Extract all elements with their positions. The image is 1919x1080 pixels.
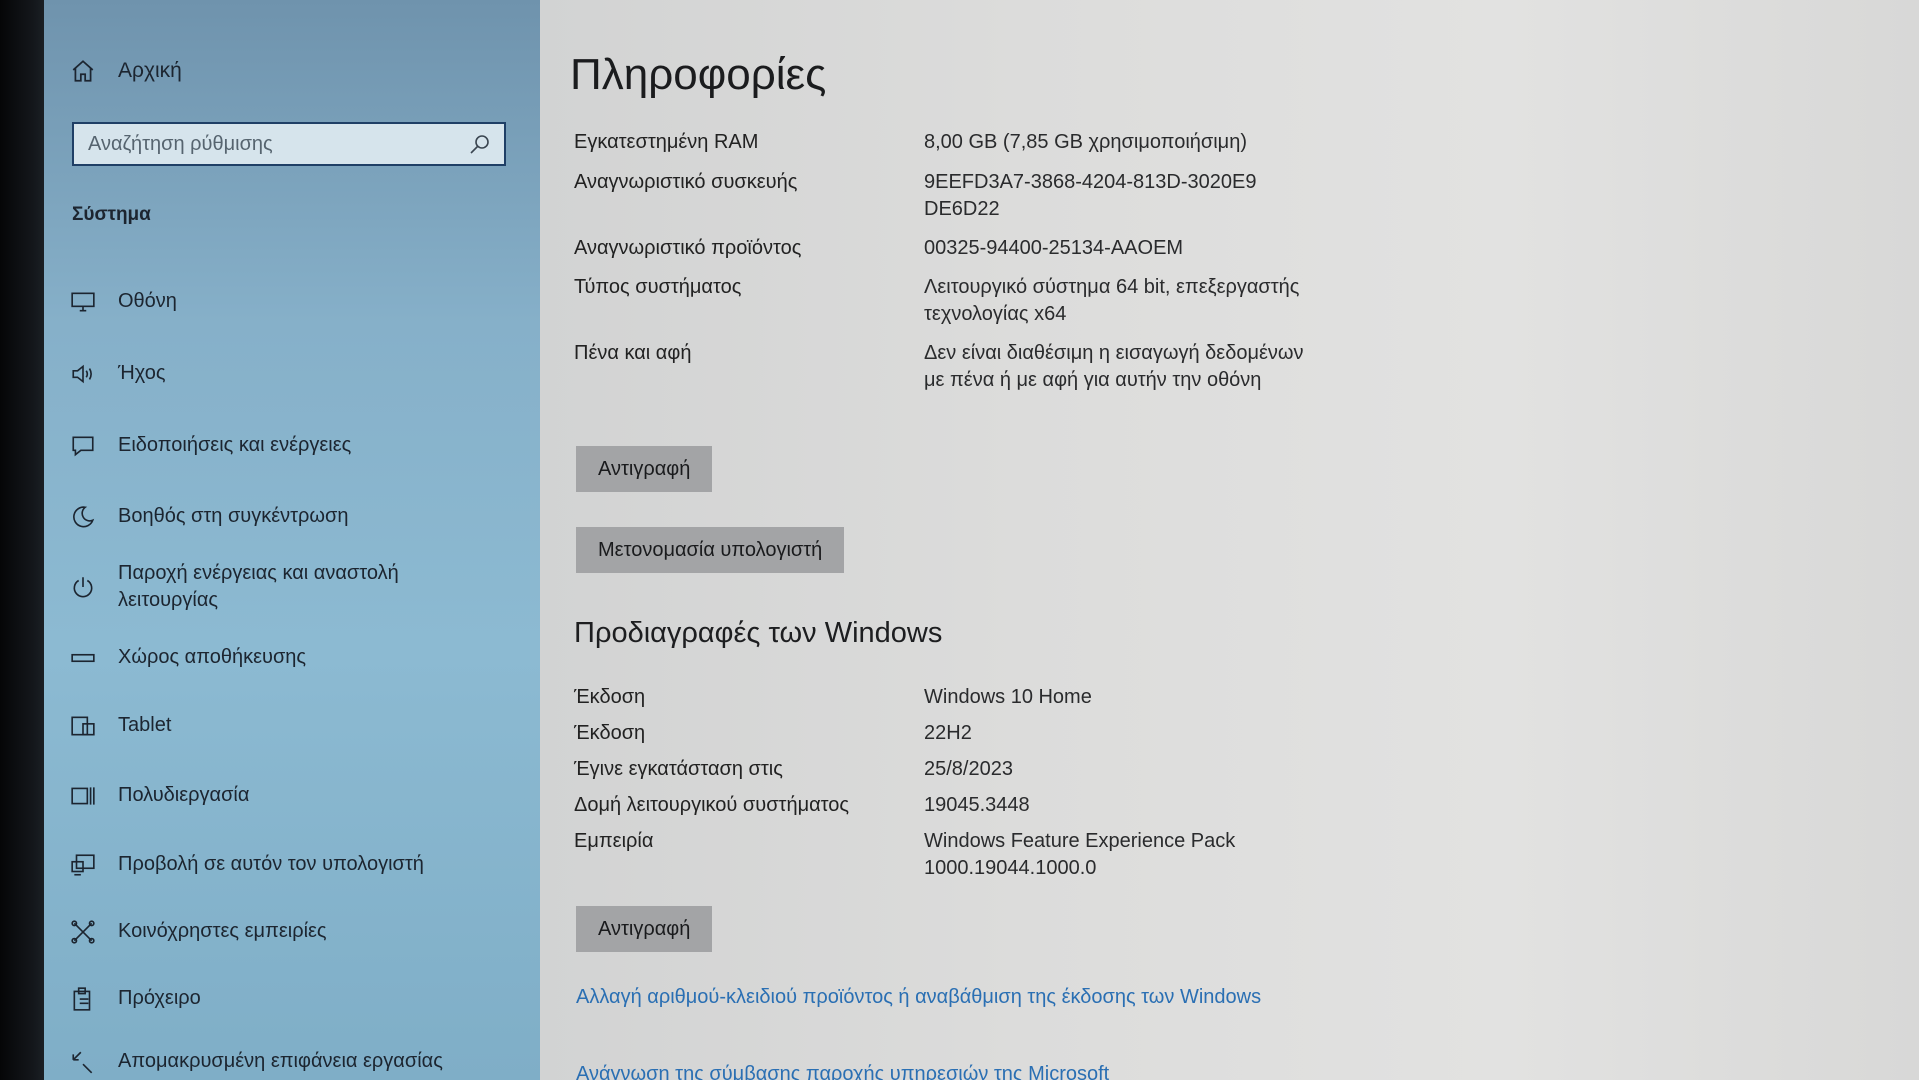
sidebar-item-label: Κοινόχρηστες εμπειρίες <box>118 920 327 942</box>
copy-device-specs-button[interactable]: Αντιγραφή <box>576 446 713 492</box>
spec-row-device-id: Αναγνωριστικό συσκευής 9EEFD3A7-3868-420… <box>574 169 1334 223</box>
spec-key: Αναγνωριστικό συσκευής <box>574 171 798 193</box>
spec-key: Τύπος συστήματος <box>574 276 742 298</box>
sidebar-item-remote-desktop[interactable]: Απομακρυσμένη επιφάνεια εργασίας <box>70 1048 530 1075</box>
projection-icon <box>71 854 95 876</box>
sidebar-home[interactable]: Αρχική <box>70 58 182 84</box>
rename-pc-button[interactable]: Μετονομασία υπολογιστή <box>576 527 845 573</box>
spec-row-os-build: Δομή λειτουργικού συστήματος 19045.3448 <box>574 792 1334 819</box>
spec-key: Εμπειρία <box>574 830 654 852</box>
sidebar-item-label: Tablet <box>118 714 172 736</box>
spec-row-pen-touch: Πένα και αφή Δεν είναι διαθέσιμη η εισαγ… <box>574 340 1334 394</box>
sidebar-item-label: Ήχος <box>118 362 166 384</box>
spec-key: Έκδοση <box>574 686 646 708</box>
spec-value: 25/8/2023 <box>924 758 1013 780</box>
sidebar-item-label: Απομακρυσμένη επιφάνεια εργασίας <box>118 1050 443 1072</box>
spec-row-system-type: Τύπος συστήματος Λειτουργικό σύστημα 64 … <box>574 274 1334 328</box>
device-specs-table: Εγκατεστημένη RAM 8,00 GB (7,85 GB χρησι… <box>574 129 1334 394</box>
sidebar-item-label: Πρόχειρο <box>118 987 201 1009</box>
search-box[interactable] <box>72 122 506 166</box>
sidebar-home-label: Αρχική <box>118 59 182 82</box>
spec-value: Δεν είναι διαθέσιμη η εισαγωγή δεδομένων… <box>924 342 1304 391</box>
sidebar-item-label: Ειδοποιήσεις και ενέργειες <box>118 434 352 456</box>
change-product-key-link[interactable]: Αλλαγή αριθμού-κλειδιού προϊόντος ή αναβ… <box>576 985 1276 1010</box>
sidebar-item-label: Πολυδιεργασία <box>118 784 250 806</box>
spec-value: 8,00 GB (7,85 GB χρησιμοποιήσιμη) <box>924 131 1247 153</box>
sidebar-item-projecting[interactable]: Προβολή σε αυτόν τον υπολογιστή <box>70 851 530 878</box>
spec-row-product-id: Αναγνωριστικό προϊόντος 00325-94400-2513… <box>574 235 1334 262</box>
sidebar-item-label: Οθόνη <box>118 290 177 312</box>
spec-key: Δομή λειτουργικού συστήματος <box>574 794 850 816</box>
sidebar-item-label: Παροχή ενέργειας και αναστολή λειτουργία… <box>118 562 399 611</box>
spec-value: Windows Feature Experience Pack 1000.190… <box>924 830 1236 879</box>
remote-desktop-icon <box>72 1051 93 1074</box>
spec-key: Έγινε εγκατάσταση στις <box>574 758 783 780</box>
page-title: Πληροφορίες <box>570 50 827 99</box>
windows-specs-heading: Προδιαγραφές των Windows <box>574 617 943 649</box>
sidebar-item-multitasking[interactable]: Πολυδιεργασία <box>70 782 530 809</box>
spec-row-version: Έκδοση 22H2 <box>574 720 1334 747</box>
copy-windows-specs-button[interactable]: Αντιγραφή <box>576 906 713 952</box>
notification-icon <box>72 436 94 457</box>
sidebar-nav-list: Οθόνη Ήχος Ειδοποιήσεις και ενέργειες Βο… <box>70 270 530 1075</box>
sidebar-item-focus-assist[interactable]: Βοηθός στη συγκέντρωση <box>70 503 530 530</box>
spec-row-experience: Εμπειρία Windows Feature Experience Pack… <box>574 828 1334 882</box>
about-panel: Πληροφορίες Εγκατεστημένη RAM 8,00 GB (7… <box>540 0 1919 1080</box>
sidebar-item-sound[interactable]: Ήχος <box>70 360 530 387</box>
settings-sidebar: Αρχική Σύστημα Οθόνη Ήχος <box>44 0 540 1080</box>
storage-icon <box>71 653 95 663</box>
sidebar-item-storage[interactable]: Χώρος αποθήκευσης <box>70 644 530 671</box>
windows-specs-table: Έκδοση Windows 10 Home Έκδοση 22H2 Έγινε… <box>574 684 1334 882</box>
sidebar-item-label: Χώρος αποθήκευσης <box>118 646 307 668</box>
monitor-bezel <box>0 0 48 1080</box>
sidebar-item-display[interactable]: Οθόνη <box>70 288 530 315</box>
power-icon <box>73 577 93 598</box>
speaker-icon <box>72 364 92 384</box>
sidebar-section-heading: Σύστημα <box>72 204 151 225</box>
service-agreement-link[interactable]: Ανάγνωση της σύμβασης παροχής υπηρεσιών … <box>576 1062 1276 1080</box>
clipboard-icon <box>73 987 91 1011</box>
multitasking-icon <box>71 787 95 805</box>
home-icon <box>72 60 94 82</box>
sidebar-item-power-sleep[interactable]: Παροχή ενέργειας και αναστολή λειτουργία… <box>70 560 530 614</box>
spec-value: 19045.3448 <box>924 794 1030 816</box>
shared-experiences-icon <box>71 920 95 944</box>
sidebar-item-tablet[interactable]: Tablet <box>70 712 530 739</box>
monitor-icon <box>71 292 95 312</box>
search-input[interactable] <box>74 123 468 165</box>
sidebar-item-notifications[interactable]: Ειδοποιήσεις και ενέργειες <box>70 432 530 459</box>
spec-value: Windows 10 Home <box>924 686 1092 708</box>
spec-row-edition: Έκδοση Windows 10 Home <box>574 684 1334 711</box>
spec-value: 00325-94400-25134-AAOEM <box>924 237 1184 259</box>
sidebar-item-label: Προβολή σε αυτόν τον υπολογιστή <box>118 853 424 875</box>
sidebar-item-label: Βοηθός στη συγκέντρωση <box>118 505 349 527</box>
spec-value: 22H2 <box>924 722 972 744</box>
spec-key: Εγκατεστημένη RAM <box>574 131 759 153</box>
spec-key: Έκδοση <box>574 722 646 744</box>
spec-key: Πένα και αφή <box>574 342 692 364</box>
spec-value: Λειτουργικό σύστημα 64 bit, επεξεργαστής… <box>924 276 1300 325</box>
sidebar-item-shared-experiences[interactable]: Κοινόχρηστες εμπειρίες <box>70 918 530 945</box>
moon-icon <box>73 506 95 528</box>
spec-value: 9EEFD3A7-3868-4204-813D-3020E9 DE6D22 <box>924 171 1257 220</box>
screen: Αρχική Σύστημα Οθόνη Ήχος <box>0 0 1919 1080</box>
sidebar-item-clipboard[interactable]: Πρόχειρο <box>70 985 530 1012</box>
spec-key: Αναγνωριστικό προϊόντος <box>574 237 802 259</box>
tablet-icon <box>71 716 95 736</box>
spec-row-install-date: Έγινε εγκατάσταση στις 25/8/2023 <box>574 756 1334 783</box>
spec-row-ram: Εγκατεστημένη RAM 8,00 GB (7,85 GB χρησι… <box>574 129 1334 156</box>
search-icon[interactable] <box>468 132 492 156</box>
